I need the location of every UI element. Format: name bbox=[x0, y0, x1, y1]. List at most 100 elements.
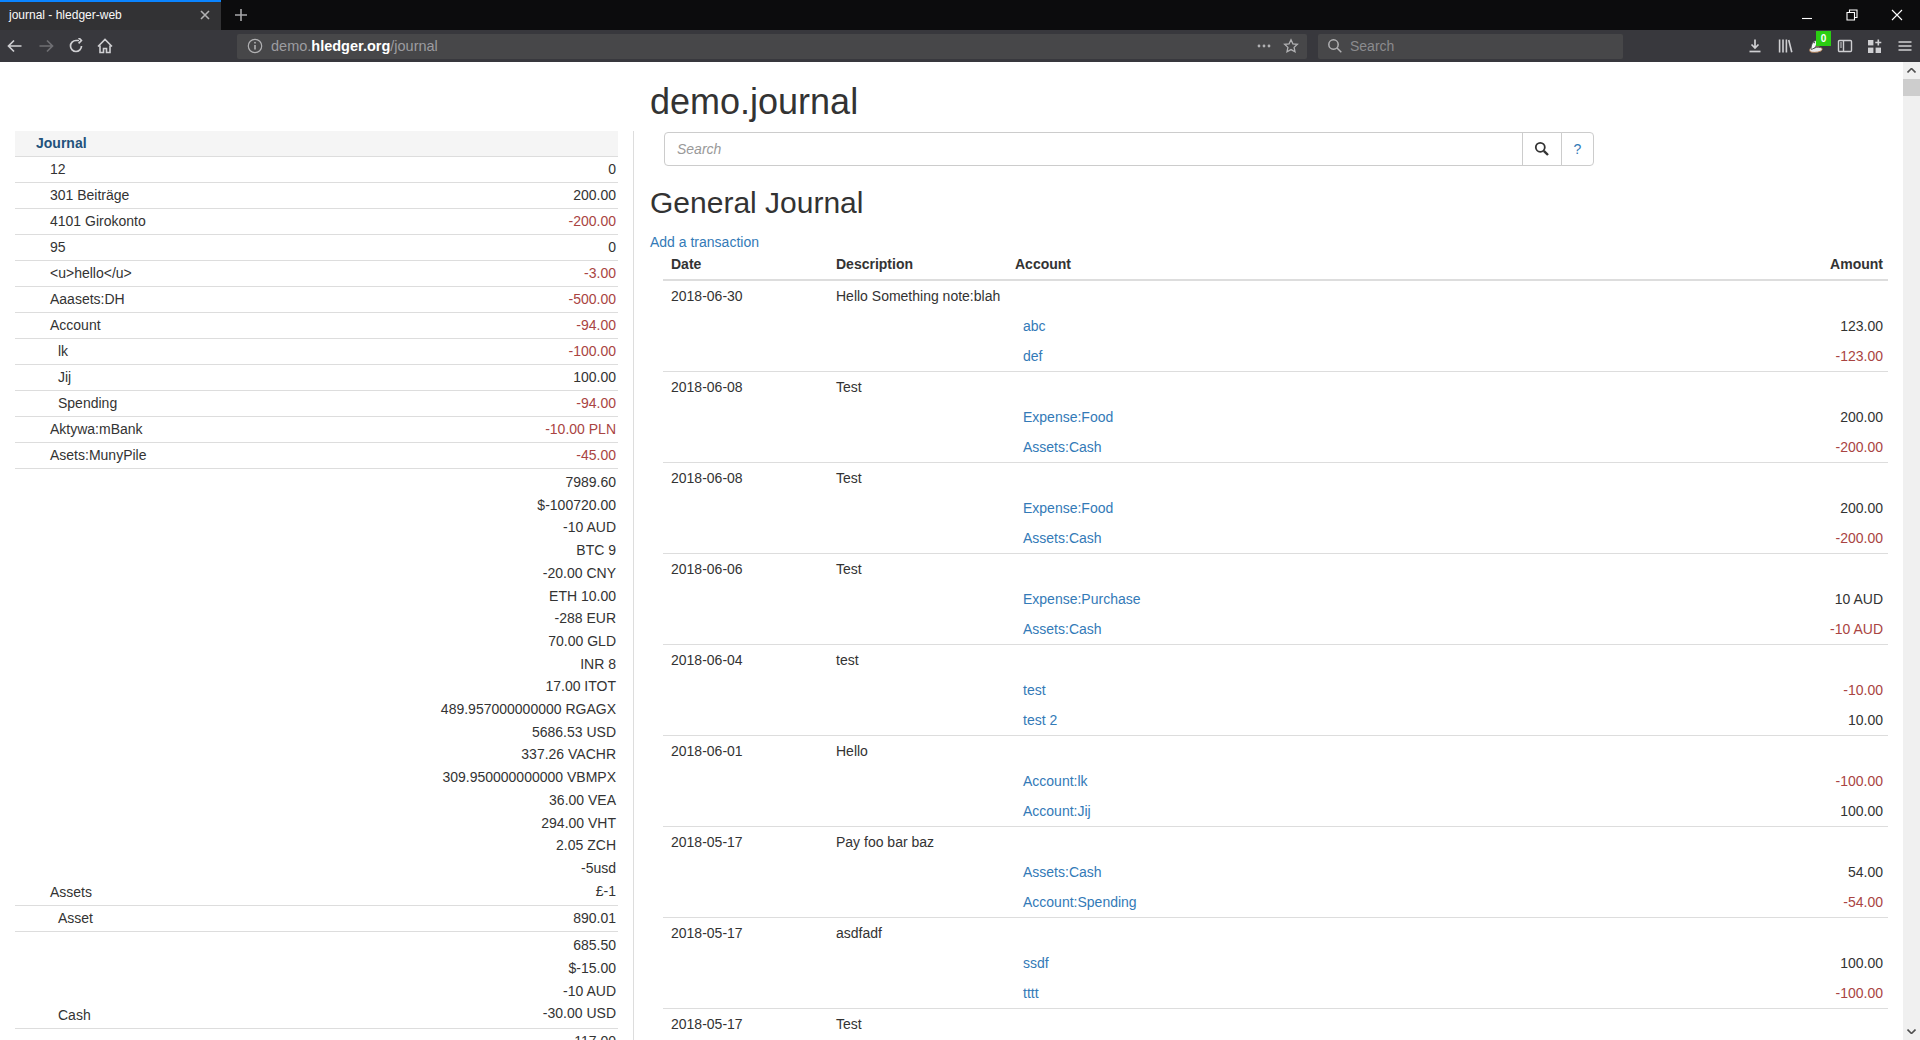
sidebar-account-row[interactable]: Asset 890.01 bbox=[15, 906, 618, 932]
sidebar-toggle-icon[interactable] bbox=[1837, 38, 1853, 54]
apps-grid-icon[interactable] bbox=[1866, 38, 1882, 54]
site-info-icon[interactable] bbox=[247, 38, 263, 54]
browser-search-bar[interactable]: Search bbox=[1318, 34, 1623, 59]
page-actions-icon[interactable] bbox=[1256, 38, 1272, 54]
posting-account-link[interactable]: abc bbox=[1023, 318, 1046, 334]
sidebar-account-row[interactable]: -117.00 bbox=[15, 1029, 618, 1040]
posting-amount: 200.00 bbox=[1457, 402, 1888, 432]
transaction-description: asdfadf bbox=[828, 918, 1007, 948]
transaction-date: 2018-05-17 bbox=[663, 918, 828, 948]
posting-amount: -200.00 bbox=[1457, 432, 1888, 462]
transaction: 2018-06-06TestExpense:Purchase10 AUDAsse… bbox=[663, 553, 1888, 644]
header-description: Description bbox=[828, 249, 1007, 279]
sidebar-account-row[interactable]: Aktywa:mBank-10.00 PLN bbox=[15, 417, 618, 443]
posting-account-link[interactable]: Expense:Purchase bbox=[1023, 591, 1141, 607]
sidebar-account-row[interactable]: 301 Beiträge 200.00 bbox=[15, 183, 618, 209]
posting-account-link[interactable]: Assets:Cash bbox=[1023, 439, 1102, 455]
new-tab-icon[interactable] bbox=[233, 7, 249, 23]
back-icon[interactable] bbox=[7, 38, 23, 54]
search-icon bbox=[1534, 141, 1550, 157]
account-name[interactable]: 95 bbox=[15, 235, 66, 260]
section-heading: General Journal bbox=[650, 186, 863, 219]
account-name[interactable]: Asset bbox=[15, 906, 93, 931]
account-name[interactable]: Cash bbox=[15, 1003, 91, 1028]
sidebar-journal-link[interactable]: Journal bbox=[15, 131, 618, 157]
sidebar-account-row[interactable]: Spending-94.00 bbox=[15, 391, 618, 417]
sidebar-account-row[interactable]: lk -100.00 bbox=[15, 339, 618, 365]
account-name[interactable]: Spending bbox=[15, 391, 117, 416]
downloads-icon[interactable] bbox=[1747, 38, 1763, 54]
account-name[interactable]: Account bbox=[15, 313, 101, 338]
posting-amount: -100.00 bbox=[1457, 978, 1888, 1008]
account-balance: -117.00 bbox=[570, 1029, 618, 1040]
account-name[interactable]: Jij bbox=[15, 365, 71, 390]
transaction-date: 2018-06-08 bbox=[663, 463, 828, 493]
account-name[interactable]: Asets:MunyPile bbox=[15, 443, 146, 468]
home-icon[interactable] bbox=[97, 38, 113, 54]
account-name[interactable]: 4101 Girokonto bbox=[15, 209, 146, 234]
account-balance: -100.00 bbox=[569, 339, 618, 364]
account-name[interactable]: Assets bbox=[15, 880, 92, 905]
scroll-down-icon[interactable] bbox=[1903, 1023, 1920, 1040]
account-name[interactable]: Aaasets:DH bbox=[15, 287, 125, 312]
account-name[interactable]: 12 bbox=[15, 157, 66, 182]
scroll-up-icon[interactable] bbox=[1903, 62, 1920, 79]
posting-account-link[interactable]: test 2 bbox=[1023, 712, 1057, 728]
transaction: 2018-06-08TestExpense:Food200.00Assets:C… bbox=[663, 371, 1888, 462]
tab-close-icon[interactable] bbox=[197, 7, 213, 23]
journal-search-input[interactable] bbox=[664, 132, 1523, 166]
posting-account-link[interactable]: def bbox=[1023, 348, 1042, 364]
search-help-button[interactable]: ? bbox=[1561, 132, 1594, 166]
url-text: demo.hledger.org/journal bbox=[271, 38, 438, 55]
sidebar-account-row[interactable]: 12 0 bbox=[15, 157, 618, 183]
account-name[interactable]: Aktywa:mBank bbox=[15, 417, 143, 442]
account-name[interactable]: 301 Beiträge bbox=[15, 183, 129, 208]
transaction: 2018-05-17Pay foo bar bazAssets:Cash54.0… bbox=[663, 826, 1888, 917]
page-scrollbar[interactable] bbox=[1903, 62, 1920, 1040]
sidebar-account-row[interactable]: Aaasets:DH-500.00 bbox=[15, 287, 618, 313]
forward-icon[interactable] bbox=[38, 38, 54, 54]
posting-account-link[interactable]: tttt bbox=[1023, 985, 1039, 1001]
menu-hamburger-icon[interactable] bbox=[1897, 38, 1913, 54]
posting-amount: 100.00 bbox=[1457, 948, 1888, 978]
posting-account-link[interactable]: Account:Jij bbox=[1023, 803, 1091, 819]
sidebar-account-row[interactable]: Jij100.00 bbox=[15, 365, 618, 391]
window-minimize-icon[interactable] bbox=[1784, 0, 1829, 29]
sidebar-account-row[interactable]: <u>hello</u>-3.00 bbox=[15, 261, 618, 287]
navigation-toolbar: demo.hledger.org/journal Search bbox=[0, 30, 1920, 62]
window-close-icon[interactable] bbox=[1874, 0, 1919, 29]
sidebar-account-row[interactable]: Account-94.00 bbox=[15, 313, 618, 339]
posting-account-link[interactable]: Account:lk bbox=[1023, 773, 1088, 789]
bookmark-star-icon[interactable] bbox=[1283, 38, 1299, 54]
transaction: 2018-05-17Test bbox=[663, 1008, 1888, 1039]
posting-amount: -54.00 bbox=[1457, 887, 1888, 917]
library-icon[interactable] bbox=[1777, 38, 1793, 54]
url-bar[interactable]: demo.hledger.org/journal bbox=[237, 34, 1307, 59]
posting-account-link[interactable]: Expense:Food bbox=[1023, 409, 1113, 425]
journal-search-form: ? bbox=[664, 132, 1594, 166]
posting-account-link[interactable]: Assets:Cash bbox=[1023, 621, 1102, 637]
sidebar-account-row[interactable]: Cash685.50$-15.00-10 AUD-30.00 USD bbox=[15, 932, 618, 1029]
account-balance: 890.01 bbox=[573, 906, 618, 931]
sidebar-account-row[interactable]: Assets7989.60$-100720.00-10 AUDBTC 9-20.… bbox=[15, 469, 618, 906]
posting-account-link[interactable]: Account:Spending bbox=[1023, 894, 1137, 910]
window-restore-icon[interactable] bbox=[1829, 0, 1874, 29]
account-name[interactable]: lk bbox=[15, 339, 68, 364]
account-balance: -45.00 bbox=[576, 443, 618, 468]
account-name[interactable]: <u>hello</u> bbox=[15, 261, 132, 286]
posting-account-link[interactable]: test bbox=[1023, 682, 1046, 698]
reload-icon[interactable] bbox=[68, 38, 84, 54]
scrollbar-thumb[interactable] bbox=[1903, 79, 1920, 96]
posting-account-link[interactable]: Expense:Food bbox=[1023, 500, 1113, 516]
posting-account-link[interactable]: Assets:Cash bbox=[1023, 530, 1102, 546]
sidebar-account-row[interactable]: 4101 Girokonto-200.00 bbox=[15, 209, 618, 235]
posting-account-link[interactable]: ssdf bbox=[1023, 955, 1049, 971]
browser-tab[interactable]: journal - hledger-web bbox=[0, 0, 221, 30]
posting-account-link[interactable]: Assets:Cash bbox=[1023, 864, 1102, 880]
transaction-date: 2018-06-30 bbox=[663, 281, 828, 311]
account-balance: 0 bbox=[608, 157, 618, 182]
sidebar-account-row[interactable]: 950 bbox=[15, 235, 618, 261]
journal-search-button[interactable] bbox=[1522, 132, 1562, 166]
account-balance: 200.00 bbox=[573, 183, 618, 208]
sidebar-account-row[interactable]: Asets:MunyPile -45.00 bbox=[15, 443, 618, 469]
